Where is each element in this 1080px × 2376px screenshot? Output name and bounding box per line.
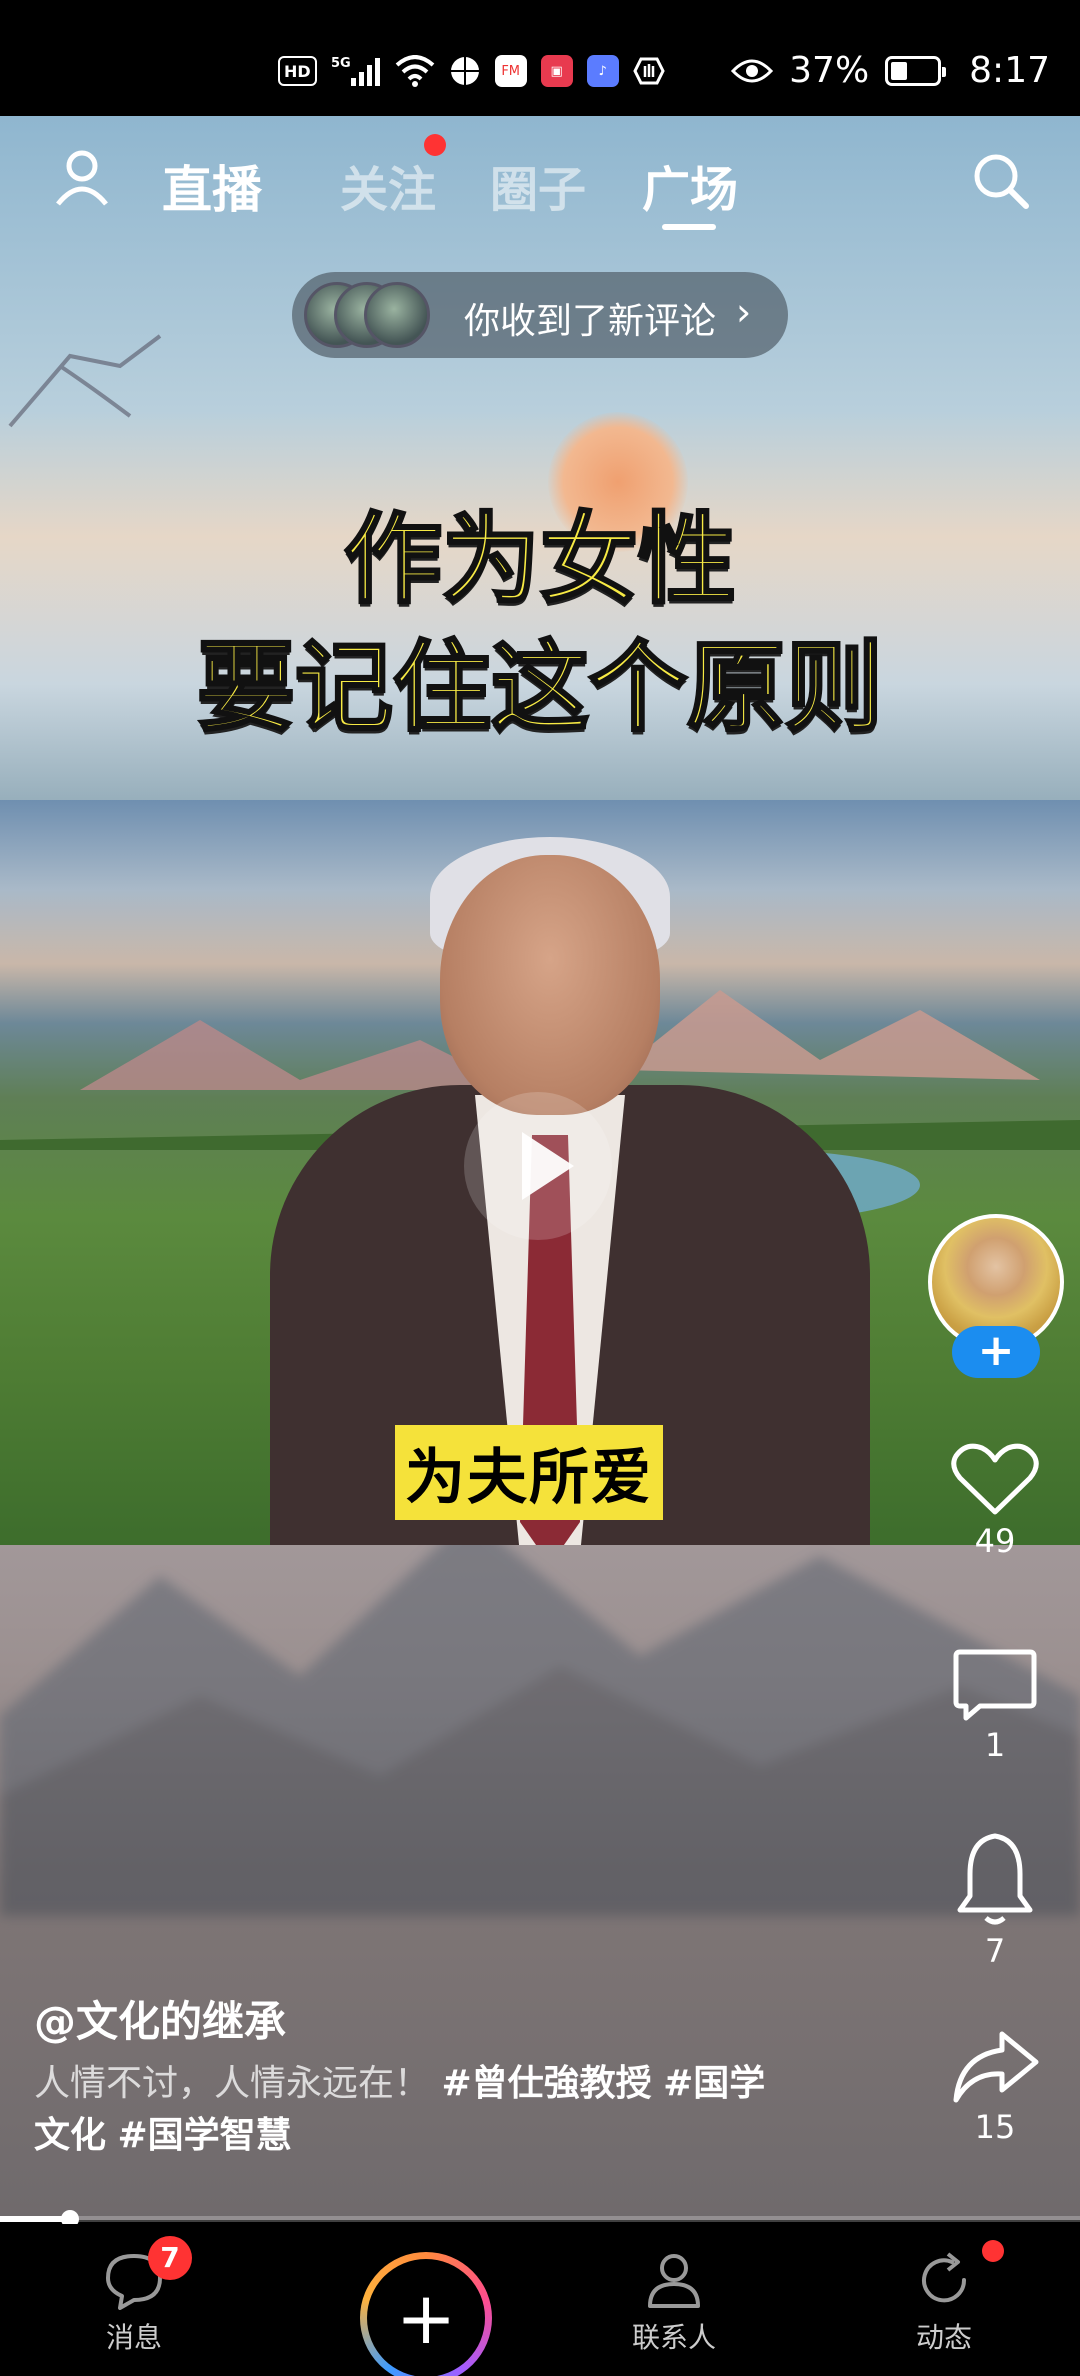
favorite-count: 7 — [984, 1932, 1006, 1970]
tab-follow[interactable]: 关注 — [340, 150, 436, 220]
music-app-icon: ♪ — [586, 55, 619, 87]
status-icons-left: HD 5G FM ▣ ♪ — [278, 54, 665, 88]
video-description: 人情不讨，人情永远在！ #曾仕強教授 #国学 文化 #国学智慧 — [34, 2058, 794, 2162]
video-title-line2: 要记住这个原则 — [195, 630, 884, 747]
tab-plaza[interactable]: 广场 — [642, 150, 738, 220]
nav-activity[interactable]: 动态 — [874, 2240, 1014, 2356]
like-action[interactable]: 49 — [910, 1440, 1080, 1560]
notification-avatars — [304, 282, 434, 348]
fm-app-icon: FM — [494, 55, 527, 87]
heart-icon — [951, 1443, 1039, 1515]
comment-count: 1 — [984, 1726, 1006, 1764]
live-button[interactable]: 直播 — [162, 150, 262, 222]
video-progress-bar[interactable] — [0, 2210, 1080, 2228]
top-nav: 直播 关注 圈子 广场 — [0, 120, 1080, 240]
nav-messages[interactable]: 消息 7 — [64, 2236, 204, 2356]
chevron-right-icon: › — [736, 290, 752, 334]
nav-messages-label: 消息 — [105, 2321, 162, 2354]
video-title-overlay: 作为女性 要记住这个原则 — [0, 496, 1080, 752]
nav-contacts-label: 联系人 — [631, 2321, 716, 2354]
like-count: 49 — [974, 1522, 1016, 1560]
bell-favorite-icon — [957, 1833, 1033, 1925]
hashtag[interactable]: #国学 — [663, 2063, 765, 2104]
description-text: 人情不讨，人情永远在！ — [34, 2063, 431, 2104]
bottom-nav: 消息 7 + 联系人 动态 — [0, 2224, 1080, 2376]
action-rail: + 49 1 7 15 — [910, 1210, 1080, 2170]
create-button[interactable]: + — [360, 2252, 492, 2376]
follow-button[interactable]: + — [952, 1326, 1040, 1378]
status-bar: HD 5G FM ▣ ♪ 37% 8:17 — [0, 0, 1080, 116]
search-icon[interactable] — [970, 150, 1030, 210]
play-button[interactable] — [464, 1092, 612, 1240]
eye-icon — [731, 59, 774, 82]
screen: HD 5G FM ▣ ♪ 37% 8:17 为夫所爱 作为女性 要记住这个原则 … — [0, 0, 1080, 2376]
avatar — [364, 282, 430, 348]
share-arrow-icon — [953, 2031, 1039, 2103]
author-name[interactable]: @文化的继承 — [34, 1988, 286, 2049]
crane-bird-drawing — [8, 334, 162, 428]
battery-icon — [885, 55, 947, 86]
activity-unread-dot — [982, 2240, 1004, 2262]
nav-activity-label: 动态 — [915, 2321, 972, 2354]
progress-fill — [0, 2216, 71, 2222]
plus-icon: + — [367, 2259, 485, 2376]
book-app-icon: ▣ — [540, 55, 573, 87]
favorite-action[interactable]: 7 — [910, 1830, 1080, 1970]
follow-unread-dot — [424, 134, 446, 156]
nav-contacts[interactable]: 联系人 — [604, 2250, 744, 2356]
active-tab-indicator — [662, 224, 716, 230]
basketball-app-icon — [449, 54, 481, 88]
hashtag[interactable]: #国学智慧 — [117, 2115, 291, 2156]
hashtag[interactable]: #曾仕強教授 — [441, 2063, 651, 2104]
hand-icon — [632, 54, 665, 88]
new-comment-notification[interactable]: 你收到了新评论 › — [292, 272, 788, 358]
activity-refresh-icon — [922, 2252, 967, 2303]
video-title-line1: 作为女性 — [342, 502, 737, 619]
messages-badge: 7 — [148, 2236, 192, 2280]
battery-percent: 37% — [789, 50, 870, 91]
comment-icon — [953, 1649, 1037, 1721]
cellular-signal-icon: 5G — [331, 54, 381, 88]
tab-circle[interactable]: 圈子 — [490, 150, 586, 220]
share-action[interactable]: 15 — [910, 2026, 1080, 2146]
video-subtitle: 为夫所爱 — [395, 1425, 663, 1520]
contacts-icon — [648, 2254, 700, 2308]
hd-icon: HD — [278, 56, 317, 86]
notification-text: 你收到了新评论 — [464, 301, 717, 342]
comment-action[interactable]: 1 — [910, 1644, 1080, 1764]
hashtag-continuation[interactable]: 文化 — [34, 2115, 106, 2156]
clock: 8:17 — [969, 50, 1050, 91]
profile-icon[interactable] — [52, 148, 112, 208]
status-icons-right: 37% 8:17 — [731, 50, 1050, 91]
network-type: 5G — [331, 56, 351, 71]
wifi-icon — [395, 54, 435, 88]
share-count: 15 — [974, 2108, 1016, 2146]
